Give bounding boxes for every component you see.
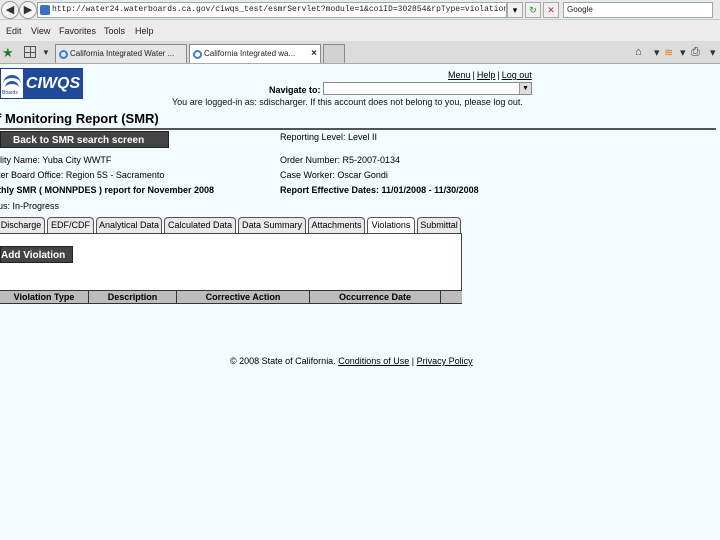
browser-tab-1-label: California Integrated Water ... (70, 49, 175, 58)
logout-link[interactable]: Log out (502, 70, 532, 80)
forward-arrow-icon[interactable]: ▶ (19, 1, 37, 19)
browser-menu-bar: Edit View Favorites Tools Help (0, 20, 720, 41)
tab-edf-cdf[interactable]: EDF/CDF (47, 217, 94, 233)
feeds-icon[interactable]: ≋ (664, 46, 673, 59)
menu-edit[interactable]: Edit (6, 26, 22, 36)
help-link[interactable]: Help (477, 70, 496, 80)
print-dropdown-icon[interactable]: ▾ (710, 46, 716, 59)
browser-tab-1[interactable]: California Integrated Water ... (55, 44, 187, 63)
page-footer: © 2008 State of California. Conditions o… (230, 356, 473, 366)
column-description: Description (89, 291, 177, 303)
back-to-search-button[interactable]: Back to SMR search screen (0, 131, 169, 148)
chevron-down-icon[interactable]: ▼ (519, 83, 531, 94)
url-text: http://water24.waterboards.ca.gov/ciwqs_… (52, 5, 506, 14)
privacy-policy-link[interactable]: Privacy Policy (417, 356, 473, 366)
tab-close-icon[interactable]: × (311, 45, 317, 63)
browser-address-bar: ◀ ▶ http://water24.waterboards.ca.gov/ci… (0, 0, 720, 20)
column-corrective-action: Corrective Action (177, 291, 310, 303)
tab-analytical-data[interactable]: Analytical Data (96, 217, 162, 233)
menu-link[interactable]: Menu (448, 70, 471, 80)
menu-tools[interactable]: Tools (104, 26, 125, 36)
refresh-icon[interactable]: ↻ (525, 2, 541, 18)
water-board-office: ter Board Office: Region 5S - Sacramento (0, 170, 165, 180)
menu-view[interactable]: View (31, 26, 50, 36)
tab-discharge[interactable]: Discharge (0, 217, 45, 233)
url-field[interactable]: http://water24.waterboards.ca.gov/ciwqs_… (37, 2, 507, 18)
tab-attachments[interactable]: Attachments (308, 217, 365, 233)
column-occurrence-date: Occurrence Date (310, 291, 441, 303)
violations-table-header: Violation Type Description Corrective Ac… (0, 290, 462, 304)
browser-tab-2[interactable]: California Integrated wa... × (189, 44, 321, 63)
water-boards-swoosh-icon (5, 81, 19, 89)
ie-page-icon (59, 50, 68, 59)
tab-calculated-data[interactable]: Calculated Data (164, 217, 236, 233)
search-input[interactable]: Google (563, 2, 713, 18)
title-divider (0, 128, 716, 130)
print-icon[interactable]: ⎙ (691, 46, 700, 59)
navigate-to-select[interactable]: ▼ (323, 82, 532, 95)
ciwqs-logo: Boards CIWQS (0, 68, 83, 99)
favorites-star-icon[interactable]: ★ (2, 45, 14, 61)
feeds-dropdown-icon[interactable]: ▾ (680, 46, 686, 59)
add-violation-button[interactable]: Add Violation (0, 246, 73, 263)
report-effective-dates: Report Effective Dates: 11/01/2008 - 11/… (280, 185, 479, 195)
browser-tab-2-label: California Integrated wa... (204, 49, 296, 58)
ie-page-icon (193, 50, 202, 59)
reporting-level: Reporting Level: Level II (280, 132, 378, 142)
stop-icon[interactable]: ✕ (543, 2, 559, 18)
link-separator: | (411, 356, 415, 366)
url-dropdown-icon[interactable]: ▾ (507, 2, 523, 18)
order-number: Order Number: R5-2007-0134 (280, 155, 401, 165)
conditions-of-use-link[interactable]: Conditions of Use (338, 356, 409, 366)
logo-boards-text: Boards (2, 90, 18, 96)
menu-favorites[interactable]: Favorites (59, 26, 96, 36)
site-favicon-icon (40, 5, 50, 15)
tab-violations[interactable]: Violations (367, 217, 415, 234)
home-icon[interactable]: ⌂ (635, 46, 642, 58)
page-title: f Monitoring Report (SMR) (0, 111, 159, 126)
facility-name: ility Name: Yuba City WWTF (0, 155, 112, 165)
report-status: us: In-Progress (0, 201, 60, 211)
back-arrow-icon[interactable]: ◀ (1, 1, 19, 19)
report-type: thly SMR ( MONNPDES ) report for Novembe… (0, 185, 215, 195)
browser-tab-bar: ★ ▼ California Integrated Water ... Cali… (0, 41, 720, 64)
tab-list-dropdown-icon[interactable]: ▼ (42, 48, 50, 57)
copyright-text: © 2008 State of California. (230, 356, 336, 366)
logo-brand-text: CIWQS (23, 69, 83, 98)
login-notice: You are logged-in as: sdischarger. If th… (172, 97, 523, 107)
home-dropdown-icon[interactable]: ▾ (654, 46, 660, 59)
case-worker: Case Worker: Oscar Gondi (280, 170, 388, 180)
menu-help[interactable]: Help (135, 26, 154, 36)
header-links: Menu | Help | Log out (448, 70, 532, 80)
quick-tabs-icon[interactable] (24, 46, 36, 58)
tab-submittal[interactable]: Submittal (417, 217, 461, 233)
new-tab-button[interactable] (323, 44, 345, 63)
tab-data-summary[interactable]: Data Summary (238, 217, 306, 233)
navigate-to-label: Navigate to: (269, 85, 321, 95)
column-violation-type: Violation Type (0, 291, 89, 303)
